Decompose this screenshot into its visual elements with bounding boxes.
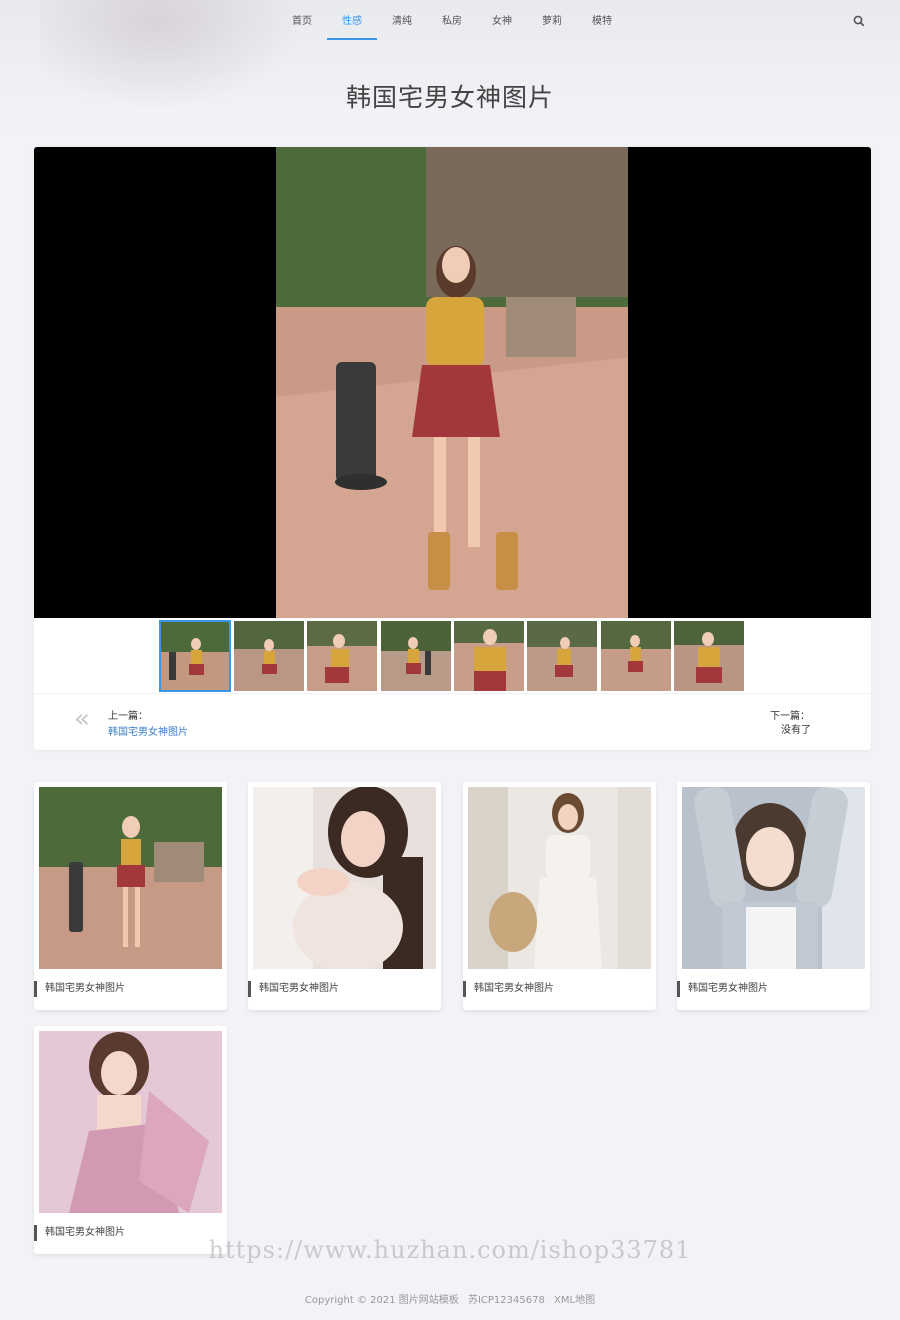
post-pager: « 上一篇： 韩国宅男女神图片 下一篇： 没有了	[34, 693, 871, 750]
copyright-text: Copyright © 2021 图片网站模板	[304, 1295, 459, 1306]
image-viewer: « 上一篇： 韩国宅男女神图片 下一篇： 没有了	[34, 147, 871, 750]
thumbnail[interactable]	[673, 620, 745, 692]
nav-item-pure[interactable]: 清纯	[377, 0, 427, 40]
related-card[interactable]: 韩国宅男女神图片	[463, 782, 656, 1010]
nav-item-private[interactable]: 私房	[427, 0, 477, 40]
next-post-value: 没有了	[781, 725, 811, 736]
card-caption: 韩国宅男女神图片	[34, 981, 125, 997]
prev-post-link[interactable]: 韩国宅男女神图片	[108, 723, 188, 738]
thumbnail[interactable]	[526, 620, 598, 692]
related-card[interactable]: 韩国宅男女神图片	[34, 782, 227, 1010]
card-image	[468, 787, 651, 969]
icp-link[interactable]: 苏ICP12345678	[468, 1295, 545, 1306]
related-card[interactable]: 韩国宅男女神图片	[677, 782, 870, 1010]
card-image	[39, 787, 222, 969]
card-caption: 韩国宅男女神图片	[677, 981, 768, 997]
main-image-stage[interactable]	[34, 147, 871, 618]
prev-label: 上一篇：	[108, 711, 148, 722]
thumbnail[interactable]	[453, 620, 525, 692]
nav-item-model[interactable]: 模特	[577, 0, 627, 40]
card-image	[253, 787, 436, 969]
card-caption: 韩国宅男女神图片	[463, 981, 554, 997]
sitemap-link[interactable]: XML地图	[554, 1295, 595, 1306]
nav-item-home[interactable]: 首页	[277, 0, 327, 40]
double-chevron-left-icon[interactable]: «	[74, 704, 90, 734]
thumbnail[interactable]	[600, 620, 672, 692]
watermark: https://www.huzhan.com/ishop33781	[208, 1236, 692, 1264]
top-nav: 首页 性感 清纯 私房 女神 萝莉 模特	[0, 0, 900, 44]
related-card[interactable]: 韩国宅男女神图片	[248, 782, 441, 1010]
card-image	[682, 787, 865, 969]
main-photo	[276, 147, 628, 618]
nav-item-lolita[interactable]: 萝莉	[527, 0, 577, 40]
card-caption: 韩国宅男女神图片	[248, 981, 339, 997]
nav-item-goddess[interactable]: 女神	[477, 0, 527, 40]
next-label: 下一篇：	[770, 711, 810, 722]
thumbnail[interactable]	[306, 620, 378, 692]
thumbnail[interactable]	[233, 620, 305, 692]
search-icon[interactable]	[852, 14, 866, 28]
card-image	[39, 1031, 222, 1213]
footer: Copyright © 2021 图片网站模板 苏ICP12345678 XML…	[0, 1291, 900, 1306]
related-card[interactable]: 韩国宅男女神图片	[34, 1026, 227, 1254]
thumbnail[interactable]	[159, 620, 231, 692]
page-title: 韩国宅男女神图片	[345, 83, 554, 112]
thumbnail[interactable]	[380, 620, 452, 692]
nav-item-sexy[interactable]: 性感	[327, 0, 377, 40]
